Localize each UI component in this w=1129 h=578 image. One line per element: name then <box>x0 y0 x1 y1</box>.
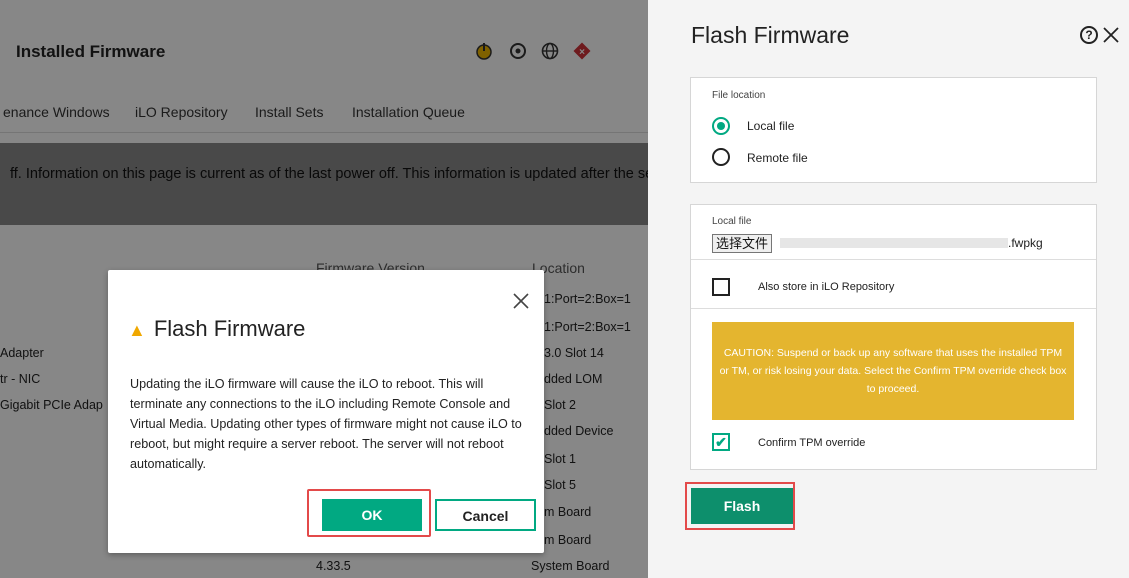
table-cell-location: Slot 2 <box>544 398 576 412</box>
table-cell-location: 1:Port=2:Box=1 <box>544 320 631 334</box>
remote-file-option-label[interactable]: Remote file <box>747 151 808 165</box>
page-title: Installed Firmware <box>16 42 166 61</box>
file-name-redacted <box>780 238 1008 248</box>
table-row-name: tr - NIC <box>0 372 41 386</box>
dialog-title: ▲ Flash Firmware <box>128 316 305 342</box>
svg-text:×: × <box>579 47 585 58</box>
ok-button[interactable]: OK <box>322 499 422 531</box>
tab-ilo-repository[interactable]: iLO Repository <box>135 104 228 120</box>
remote-file-radio[interactable] <box>712 148 730 166</box>
table-cell-location: 1:Port=2:Box=1 <box>544 292 631 306</box>
close-icon[interactable] <box>510 290 532 312</box>
locate-icon[interactable] <box>508 41 528 61</box>
table-cell-location: m Board <box>544 533 592 547</box>
divider <box>691 308 1096 309</box>
table-cell-location: Slot 1 <box>544 452 576 466</box>
divider <box>691 259 1096 260</box>
tab-installation-queue[interactable]: Installation Queue <box>352 104 465 120</box>
table-cell-location: dded Device <box>544 424 614 438</box>
confirm-tpm-label[interactable]: Confirm TPM override <box>758 437 865 449</box>
caution-text: CAUTION: Suspend or back up any software… <box>719 347 1067 395</box>
flash-firmware-panel: Flash Firmware ? File location Local fil… <box>648 0 1129 578</box>
table-row-name: Gigabit PCIe Adap <box>0 398 103 412</box>
flash-firmware-dialog: ▲ Flash Firmware Updating the iLO firmwar… <box>108 270 544 553</box>
warning-icon: ▲ <box>128 320 146 340</box>
close-icon[interactable] <box>1101 25 1121 45</box>
table-cell-location: m Board <box>544 505 592 519</box>
dialog-title-text: Flash Firmware <box>153 316 306 341</box>
tab-maintenance-windows[interactable]: enance Windows <box>3 104 110 120</box>
globe-icon[interactable] <box>540 41 560 61</box>
dialog-message: Updating the iLO firmware will cause the… <box>130 377 522 471</box>
cancel-button[interactable]: Cancel <box>435 499 536 531</box>
panel-title: Flash Firmware <box>691 22 850 48</box>
flash-button[interactable]: Flash <box>691 488 793 524</box>
help-icon[interactable]: ? <box>1080 26 1098 44</box>
confirm-tpm-checkbox[interactable]: ✔ <box>712 433 730 451</box>
table-cell-location: System Board <box>531 559 610 573</box>
tab-divider <box>0 132 648 133</box>
file-location-label: File location <box>712 90 766 101</box>
table-cell-location: Slot 5 <box>544 478 576 492</box>
store-repository-checkbox[interactable] <box>712 278 730 296</box>
background-page: Installed Firmware × enance Windows iLO … <box>0 0 648 578</box>
power-icon[interactable] <box>474 41 494 61</box>
table-cell-location: dded LOM <box>544 372 603 386</box>
choose-file-button[interactable]: 选择文件 <box>712 234 773 253</box>
alert-diamond-icon[interactable]: × <box>572 41 592 61</box>
table-row-name: Adapter <box>0 346 44 360</box>
local-file-label: Local file <box>712 216 752 227</box>
table-cell-location: 3.0 Slot 14 <box>544 346 604 360</box>
file-extension: .fwpkg <box>1008 236 1043 250</box>
info-banner-text: ff. Information on this page is current … <box>10 166 648 182</box>
local-file-radio[interactable] <box>712 117 730 135</box>
tab-install-sets[interactable]: Install Sets <box>255 104 323 120</box>
store-repository-label[interactable]: Also store in iLO Repository <box>758 281 894 293</box>
table-cell-version: 4.33.5 <box>316 559 351 573</box>
info-banner <box>0 143 648 225</box>
local-file-option-label[interactable]: Local file <box>747 119 794 133</box>
